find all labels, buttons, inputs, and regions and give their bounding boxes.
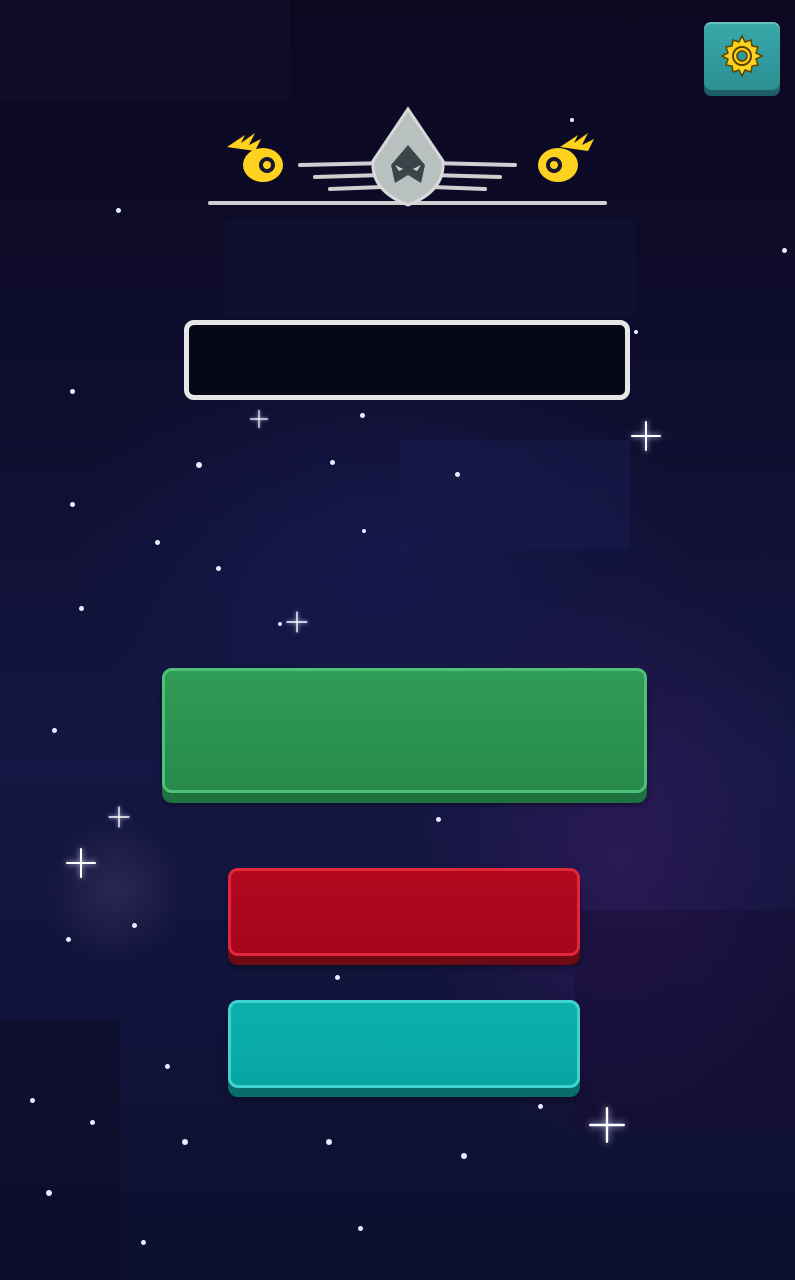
player-name-input[interactable] bbox=[184, 320, 630, 400]
background-patch bbox=[575, 910, 795, 1130]
star bbox=[30, 1098, 35, 1103]
star bbox=[79, 606, 84, 611]
sparkle-star bbox=[589, 1107, 625, 1143]
star bbox=[634, 330, 638, 334]
star bbox=[358, 1226, 363, 1231]
sparkle-star bbox=[108, 806, 130, 828]
sparkle-star bbox=[286, 611, 308, 633]
sparkle-star bbox=[250, 410, 268, 428]
star bbox=[360, 413, 365, 418]
star bbox=[782, 248, 787, 253]
game-logo-emblem bbox=[205, 105, 610, 220]
star bbox=[330, 460, 335, 465]
star bbox=[278, 622, 282, 626]
star bbox=[141, 1240, 146, 1245]
star bbox=[326, 1139, 332, 1145]
play-button[interactable] bbox=[162, 668, 647, 793]
star bbox=[70, 389, 75, 394]
star bbox=[155, 540, 160, 545]
star bbox=[436, 817, 441, 822]
sparkle-star bbox=[631, 421, 661, 451]
star bbox=[196, 462, 202, 468]
hooded-ship-icon bbox=[371, 106, 445, 207]
gear-icon bbox=[720, 34, 764, 78]
comet-icon bbox=[538, 133, 594, 182]
comet-icon bbox=[227, 133, 283, 182]
red-menu-button[interactable] bbox=[228, 868, 580, 956]
star bbox=[538, 1104, 543, 1109]
star bbox=[66, 937, 71, 942]
star bbox=[52, 728, 57, 733]
star bbox=[182, 1139, 188, 1145]
star bbox=[335, 975, 340, 980]
star bbox=[461, 1153, 467, 1159]
star bbox=[70, 502, 75, 507]
star bbox=[455, 472, 460, 477]
star bbox=[46, 1190, 52, 1196]
background-patch bbox=[0, 0, 290, 100]
teal-menu-button[interactable] bbox=[228, 1000, 580, 1088]
background-patch bbox=[400, 440, 630, 550]
star bbox=[132, 923, 137, 928]
sparkle-star bbox=[66, 848, 96, 878]
background-patch bbox=[225, 220, 635, 315]
star bbox=[165, 1064, 170, 1069]
game-screen bbox=[0, 0, 795, 1280]
star bbox=[216, 566, 221, 571]
star bbox=[362, 529, 366, 533]
star bbox=[116, 208, 121, 213]
star bbox=[90, 1120, 95, 1125]
background-patch bbox=[0, 1020, 120, 1280]
settings-button[interactable] bbox=[704, 22, 780, 90]
